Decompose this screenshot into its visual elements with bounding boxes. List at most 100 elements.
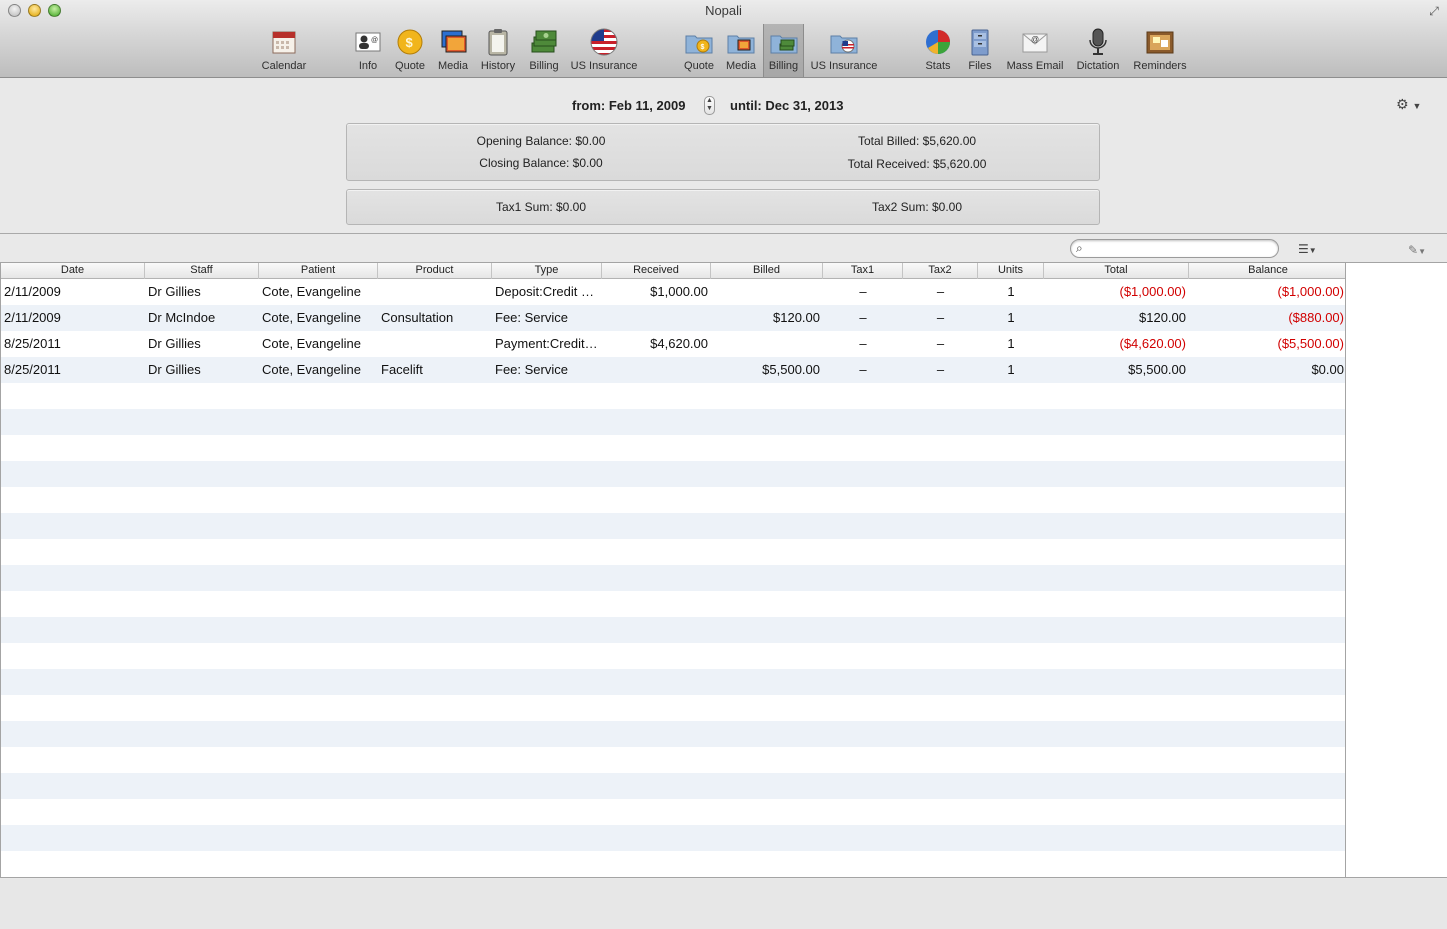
cell-product: Consultation bbox=[381, 310, 454, 325]
cell-total: $120.00 bbox=[1139, 310, 1186, 325]
column-header-units[interactable]: Units bbox=[978, 263, 1044, 279]
cell-date: 2/11/2009 bbox=[4, 310, 61, 325]
toolbar-info-button[interactable]: @ Info bbox=[350, 27, 386, 75]
date-stepper[interactable]: ▲ ▼ bbox=[704, 96, 715, 115]
cell-billed bbox=[711, 279, 823, 305]
edit-options-button[interactable]: ✎▼ bbox=[1408, 243, 1434, 259]
app-window: Nopali ⤢ Calendar @ Info $ Quote Media H… bbox=[0, 0, 1447, 929]
cell-date: 2/11/2009 bbox=[4, 284, 61, 299]
contact-card-icon: @ bbox=[355, 32, 381, 52]
column-header-patient[interactable]: Patient bbox=[259, 263, 378, 279]
search-field[interactable]: ⌕ bbox=[1070, 239, 1279, 258]
table-row[interactable]: 2/11/2009 Dr Gillies Cote, Evangeline Depos… bbox=[1, 279, 1345, 305]
table-row[interactable]: 2/11/2009 Dr McIndoe Cote, Evangeline Consu… bbox=[1, 305, 1345, 331]
cell-patient: Cote, Evangeline bbox=[262, 284, 362, 299]
cell-product bbox=[378, 279, 492, 305]
folder-photos-icon bbox=[727, 35, 755, 54]
toolbar-reminders-button[interactable]: Reminders bbox=[1130, 27, 1190, 75]
file-cabinet-icon bbox=[971, 29, 989, 56]
empty-table-row bbox=[1, 409, 1345, 435]
action-menu-button[interactable]: ⚙ ▼ bbox=[1396, 96, 1430, 114]
tax1-sum: Tax1 Sum: $0.00 bbox=[495, 200, 587, 214]
cell-total: $5,500.00 bbox=[1128, 362, 1186, 377]
toolbar-stats-button[interactable]: Stats bbox=[920, 27, 956, 75]
toolbar-folder-us-insurance-button[interactable]: US Insurance bbox=[808, 27, 880, 75]
cell-tax1: – bbox=[859, 336, 867, 351]
cell-units: 1 bbox=[1007, 284, 1015, 299]
cell-patient: Cote, Evangeline bbox=[262, 362, 362, 377]
toolbar-dictation-button[interactable]: Dictation bbox=[1072, 27, 1124, 75]
search-input[interactable] bbox=[1091, 242, 1271, 256]
cell-tax2: – bbox=[936, 336, 945, 351]
column-header-received[interactable]: Received bbox=[602, 263, 711, 279]
column-header-total[interactable]: Total bbox=[1044, 263, 1189, 279]
toolbar-us-insurance-button[interactable]: US Insurance bbox=[568, 27, 640, 75]
toolbar-label: Quote bbox=[395, 60, 425, 72]
until-date[interactable]: until: Dec 31, 2013 bbox=[730, 98, 843, 113]
toolbar-folder-quote-button[interactable]: $ Quote bbox=[680, 27, 718, 75]
toolbar-folder-billing-button[interactable]: Billing bbox=[763, 24, 804, 77]
toolbar-label: Calendar bbox=[261, 60, 307, 72]
column-header-balance[interactable]: Balance bbox=[1189, 263, 1345, 279]
cell-units: 1 bbox=[1007, 362, 1015, 377]
toolbar-label: Media bbox=[438, 60, 468, 72]
column-header-billed[interactable]: Billed bbox=[711, 263, 823, 279]
cell-product: Facelift bbox=[381, 362, 423, 377]
envelope-icon: @ bbox=[1022, 33, 1048, 53]
stepper-up-icon[interactable]: ▲ bbox=[706, 97, 713, 104]
toolbar-label: History bbox=[480, 60, 516, 72]
toolbar-label: Mass Email bbox=[1006, 60, 1064, 72]
folder-flag-icon bbox=[830, 35, 858, 54]
cell-received: $1,000.00 bbox=[650, 284, 708, 299]
title-toolbar: Nopali ⤢ Calendar @ Info $ Quote Media H… bbox=[0, 0, 1447, 78]
toolbar-label: US Insurance bbox=[810, 60, 878, 72]
money-stack-icon bbox=[531, 30, 557, 53]
table-row[interactable]: 8/25/2011 Dr Gillies Cote, Evangeline Facel… bbox=[1, 357, 1345, 383]
toolbar-calendar-button[interactable]: Calendar bbox=[258, 27, 310, 75]
cell-billed: $120.00 bbox=[773, 310, 820, 325]
toolbar-media-button[interactable]: Media bbox=[434, 27, 472, 75]
cell-date: 8/25/2011 bbox=[4, 362, 61, 377]
column-header-tax2[interactable]: Tax2 bbox=[903, 263, 978, 279]
table-row[interactable]: 8/25/2011 Dr Gillies Cote, Evangeline Payme… bbox=[1, 331, 1345, 357]
toolbar-history-button[interactable]: History bbox=[476, 27, 520, 75]
column-header-tax1[interactable]: Tax1 bbox=[823, 263, 903, 279]
toolbar-mass-email-button[interactable]: @ Mass Email bbox=[1004, 27, 1066, 75]
from-date[interactable]: from: Feb 11, 2009 bbox=[572, 98, 685, 113]
tax-summary: Tax1 Sum: $0.00 Tax2 Sum: $0.00 bbox=[346, 189, 1100, 225]
cell-product bbox=[378, 331, 492, 357]
toolbar-label: Quote bbox=[684, 60, 714, 72]
column-header-staff[interactable]: Staff bbox=[145, 263, 259, 279]
cell-patient: Cote, Evangeline bbox=[262, 310, 362, 325]
toolbar-label: Billing bbox=[768, 60, 799, 72]
empty-table-row bbox=[1, 513, 1345, 539]
column-header-date[interactable]: Date bbox=[1, 263, 145, 279]
empty-table-row bbox=[1, 799, 1345, 825]
toolbar-files-button[interactable]: Files bbox=[962, 27, 998, 75]
svg-text:@: @ bbox=[1031, 35, 1039, 44]
column-header-product[interactable]: Product bbox=[378, 263, 492, 279]
toolbar-billing-button[interactable]: Billing bbox=[524, 27, 564, 75]
empty-table-row bbox=[1, 487, 1345, 513]
balance-summary: Opening Balance: $0.00 Closing Balance: … bbox=[346, 123, 1100, 181]
toolbar-label: US Insurance bbox=[570, 60, 638, 72]
calendar-icon bbox=[272, 31, 296, 54]
toolbar-label: Info bbox=[358, 60, 378, 72]
empty-table-row bbox=[1, 695, 1345, 721]
toolbar-folder-media-button[interactable]: Media bbox=[722, 27, 760, 75]
chevron-down-icon: ▼ bbox=[1418, 247, 1426, 256]
cell-balance: ($5,500.00) bbox=[1277, 336, 1345, 351]
toolbar-quote-button[interactable]: $ Quote bbox=[392, 27, 428, 75]
cell-date: 8/25/2011 bbox=[4, 336, 61, 351]
window-title: Nopali bbox=[705, 3, 742, 18]
list-options-button[interactable]: ☰▼ bbox=[1298, 242, 1328, 258]
cell-type: Fee: Service bbox=[495, 310, 568, 325]
empty-table-row bbox=[1, 617, 1345, 643]
cell-balance: $0.00 bbox=[1311, 362, 1344, 377]
column-header-type[interactable]: Type bbox=[492, 263, 602, 279]
cell-type: Payment:Credit Card bbox=[495, 336, 602, 351]
stepper-down-icon[interactable]: ▼ bbox=[706, 105, 713, 112]
fullscreen-icon[interactable]: ⤢ bbox=[1427, 4, 1441, 18]
toolbar-label: Media bbox=[726, 60, 756, 72]
toolbar-label: Stats bbox=[925, 60, 951, 72]
